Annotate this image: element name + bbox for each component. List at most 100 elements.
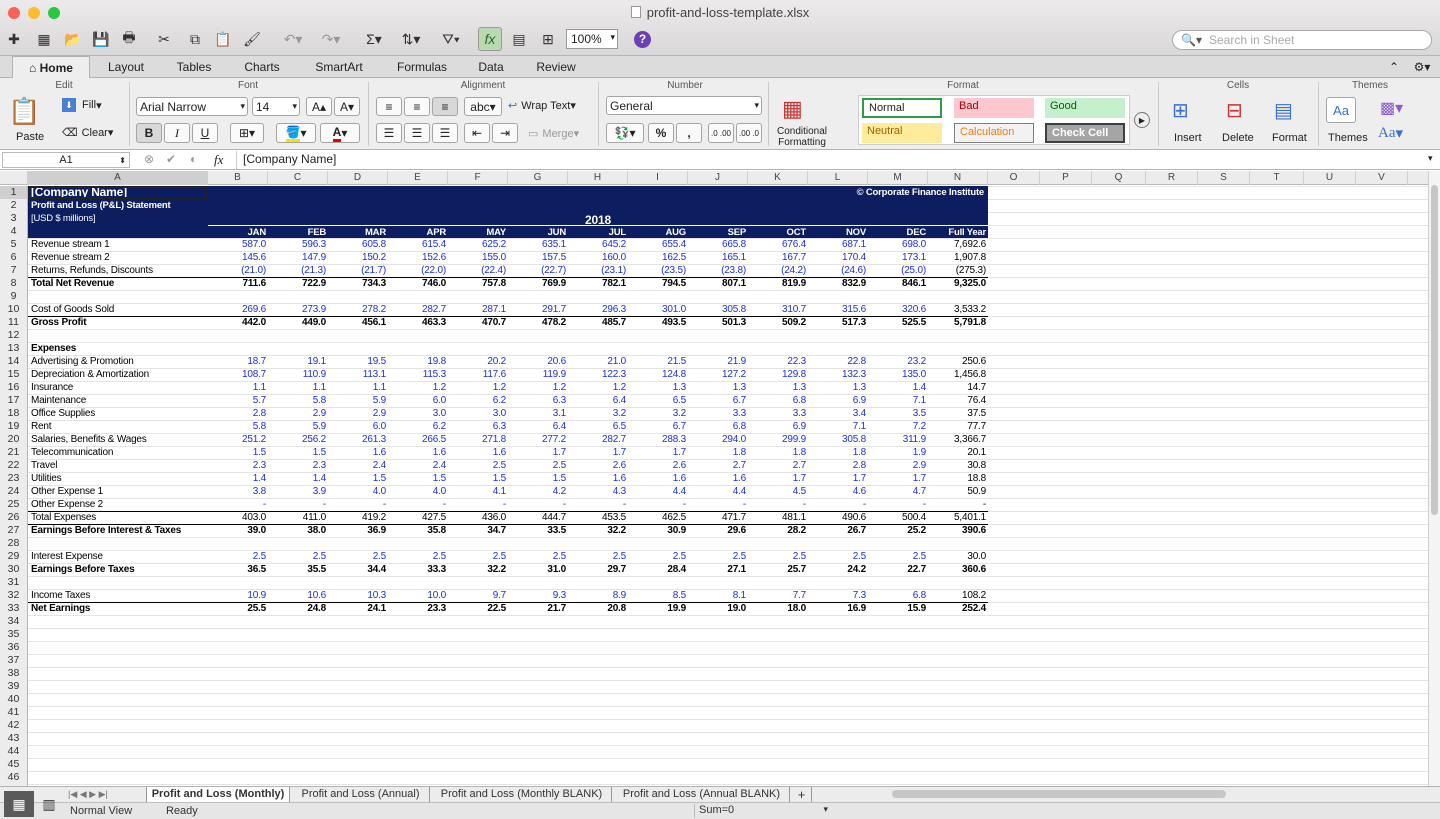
tab-charts[interactable]: Charts [232,56,292,78]
style-normal[interactable]: Normal [862,98,942,118]
value-cell[interactable]: (22.0) [388,264,446,277]
value-cell[interactable]: 145.6 [208,251,266,264]
row-header[interactable]: 37 [0,654,27,667]
units-cell[interactable]: [USD $ millions] [31,212,96,225]
value-cell[interactable]: 794.5 [628,277,686,290]
format-button[interactable]: Format [1272,132,1307,144]
theme-fonts-button[interactable]: Aa ▾ [1378,124,1403,143]
value-cell[interactable]: 21.5 [628,355,686,368]
row-header[interactable]: 1 [0,186,27,199]
formula-input[interactable]: [Company Name] [236,151,1426,169]
sort-icon[interactable]: ⇅▾ [394,27,428,51]
value-cell[interactable]: 769.9 [508,277,566,290]
paste-button[interactable]: Paste [16,131,44,143]
value-cell[interactable]: 453.5 [568,511,626,524]
value-cell[interactable]: (23.1) [568,264,626,277]
value-cell[interactable]: 10.6 [268,589,326,602]
value-cell[interactable]: 16.9 [808,602,866,615]
value-cell[interactable]: 1.6 [628,472,687,485]
orientation-button[interactable]: abc ▾ [464,97,502,116]
value-cell[interactable]: 34.7 [448,524,506,537]
value-cell[interactable]: 3.1 [508,407,567,420]
value-cell[interactable]: (22.4) [448,264,506,277]
value-cell[interactable]: 251.2 [208,433,266,446]
value-cell[interactable]: 2.5 [268,550,327,563]
row-label-cell[interactable]: Travel [31,459,57,472]
row-label-cell[interactable]: Telecommunication [31,446,113,459]
column-header-s[interactable]: S [1198,171,1250,185]
value-cell[interactable]: 21.7 [508,602,566,615]
value-cell[interactable]: 2.5 [448,459,507,472]
value-cell[interactable]: 35.8 [388,524,446,537]
value-cell[interactable]: 596.3 [268,238,326,251]
row-header[interactable]: 3 [0,212,27,225]
value-cell[interactable]: 33.5 [508,524,566,537]
value-cell[interactable]: 4.7 [868,485,927,498]
value-cell[interactable]: 478.2 [508,316,566,329]
value-cell[interactable]: 1.2 [388,381,447,394]
value-cell[interactable]: - [868,498,926,511]
value-cell[interactable]: 2.7 [748,459,807,472]
value-cell[interactable]: 722.9 [268,277,326,290]
value-cell[interactable]: 273.9 [268,303,326,316]
value-cell[interactable]: 38.0 [268,524,326,537]
column-header-t[interactable]: T [1250,171,1304,185]
value-cell[interactable]: 6.4 [568,394,627,407]
row-header[interactable]: 40 [0,693,27,706]
value-cell[interactable]: 1.6 [388,446,447,459]
value-cell[interactable]: 35.5 [268,563,326,576]
value-cell[interactable]: 1,907.8 [928,251,986,264]
column-header-m[interactable]: M [868,171,928,185]
value-cell[interactable]: 36.9 [328,524,386,537]
insert-cells-icon[interactable]: ⊞ [1172,98,1189,123]
value-cell[interactable]: 2.5 [628,550,687,563]
value-cell[interactable]: 170.4 [808,251,866,264]
print-icon[interactable]: 🖶 [118,27,140,51]
value-cell[interactable]: 23.3 [388,602,446,615]
value-cell[interactable]: 3,366.7 [928,433,986,446]
value-cell[interactable]: 108.7 [208,368,266,381]
row-header[interactable]: 44 [0,745,27,758]
tab-data[interactable]: Data [468,56,514,78]
value-cell[interactable]: - [628,498,686,511]
value-cell[interactable]: - [688,498,746,511]
increase-font-icon[interactable]: A▴ [306,97,332,116]
value-cell[interactable]: 6.9 [748,420,807,433]
value-cell[interactable]: 6.0 [328,420,387,433]
value-cell[interactable]: 261.3 [328,433,386,446]
templates-icon[interactable]: ▦ [32,27,56,51]
value-cell[interactable]: 277.2 [508,433,566,446]
value-cell[interactable]: 9,325.0 [928,277,986,290]
fx-label[interactable]: fx [214,152,223,168]
value-cell[interactable]: 30.0 [928,550,986,563]
row-label-cell[interactable]: Depreciation & Amortization [31,368,149,381]
value-cell[interactable]: 1.5 [328,472,387,485]
value-cell[interactable]: 2.5 [568,550,627,563]
value-cell[interactable]: 22.5 [448,602,506,615]
value-cell[interactable]: 266.5 [388,433,446,446]
value-cell[interactable]: 3.8 [208,485,267,498]
value-cell[interactable]: 25.2 [868,524,926,537]
value-cell[interactable]: 22.8 [808,355,866,368]
value-cell[interactable]: 2.8 [808,459,867,472]
value-cell[interactable]: 256.2 [268,433,326,446]
value-cell[interactable]: 436.0 [448,511,506,524]
row-header[interactable]: 6 [0,251,27,264]
value-cell[interactable]: 6.3 [508,394,567,407]
value-cell[interactable]: 687.1 [808,238,866,251]
value-cell[interactable]: 117.6 [448,368,506,381]
search-input[interactable]: 🔍▾ Search in Sheet [1172,30,1432,50]
value-cell[interactable]: 19.9 [628,602,686,615]
value-cell[interactable]: 832.9 [808,277,866,290]
value-cell[interactable]: (21.3) [268,264,326,277]
row-header[interactable]: 29 [0,550,27,563]
value-cell[interactable]: 442.0 [208,316,266,329]
row-header[interactable]: 9 [0,290,27,303]
value-cell[interactable]: 655.4 [628,238,686,251]
row-header[interactable]: 11 [0,316,27,329]
value-cell[interactable]: 299.9 [748,433,806,446]
value-cell[interactable]: 2.5 [688,550,747,563]
value-cell[interactable]: 8.5 [628,589,687,602]
column-header-v[interactable]: V [1356,171,1408,185]
value-cell[interactable]: 25.5 [208,602,266,615]
